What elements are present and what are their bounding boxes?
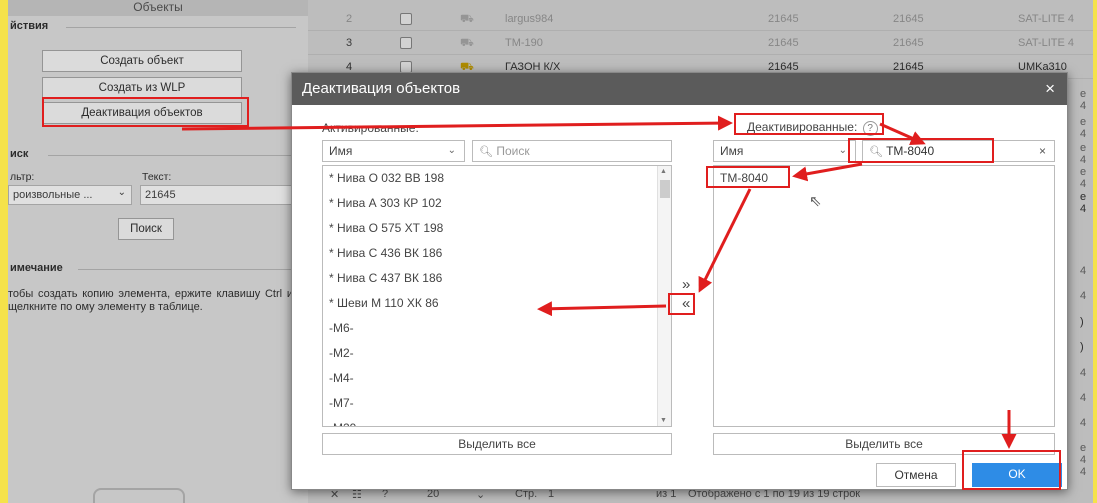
activated-sort-value: Имя <box>329 144 353 158</box>
list-item[interactable]: -M4- <box>323 366 671 391</box>
list-item[interactable]: -M7- <box>323 391 671 416</box>
activated-label: Активированные: <box>322 121 419 135</box>
activated-list[interactable]: * Нива О 032 ВВ 198 * Нива А 303 КР 102 … <box>322 165 672 427</box>
highlight-move-left-button <box>668 293 695 315</box>
list-item[interactable]: -M2- <box>323 341 671 366</box>
highlight-deactivated-label <box>734 113 884 135</box>
deactivate-objects-dialog: Деактивация объектов × Активированные: Д… <box>291 72 1068 490</box>
chevron-down-icon: ⌄ <box>447 145 456 156</box>
list-item[interactable]: * Нива А 303 КР 102 <box>323 191 671 216</box>
highlight-deactivate-button <box>42 97 249 127</box>
activated-search-input[interactable]: 🔍︎ Поиск <box>472 140 672 162</box>
activated-search-placeholder: Поиск <box>496 144 530 158</box>
list-item[interactable]: * Нива О 575 ХТ 198 <box>323 216 671 241</box>
search-icon: 🔍︎ <box>479 146 493 158</box>
close-icon[interactable]: × <box>1045 73 1055 105</box>
list-item[interactable]: -M29- <box>323 416 671 426</box>
highlight-ok-button <box>962 450 1061 490</box>
list-item[interactable]: -M6- <box>323 316 671 341</box>
scroll-up-icon[interactable]: ▲ <box>660 168 667 175</box>
cancel-button[interactable]: Отмена <box>876 463 956 487</box>
dialog-header: Деактивация объектов × <box>292 73 1067 105</box>
list-item[interactable]: * Нива О 032 ВВ 198 <box>323 166 671 191</box>
list-item[interactable]: * Нива С 436 ВК 186 <box>323 241 671 266</box>
clear-search-icon[interactable]: × <box>1039 141 1046 161</box>
scroll-down-icon[interactable]: ▼ <box>660 417 667 424</box>
list-item[interactable]: * Шеви М 110 ХК 86 <box>323 291 671 316</box>
deactivated-sort-value: Имя <box>720 144 744 158</box>
activated-sort-select[interactable]: Имя ⌄ <box>322 140 465 162</box>
mouse-cursor-icon: ⇖ <box>809 193 822 210</box>
move-right-button[interactable]: » <box>682 276 690 293</box>
dialog-title: Деактивация объектов <box>302 80 461 97</box>
list-item[interactable]: * Нива С 437 ВК 186 <box>323 266 671 291</box>
highlight-found-item <box>706 166 790 188</box>
deactivated-sort-select[interactable]: Имя ⌄ <box>713 140 856 162</box>
select-all-activated-button[interactable]: Выделить все <box>322 433 672 455</box>
deactivated-list[interactable]: TM-8040 ⇖ <box>713 165 1055 427</box>
highlight-search-field <box>848 138 994 163</box>
scrollbar-thumb[interactable] <box>660 180 670 198</box>
screenshot-frame: Объекты йствия Создать объект Создать из… <box>8 0 1093 503</box>
chevron-down-icon: ⌄ <box>838 145 847 156</box>
